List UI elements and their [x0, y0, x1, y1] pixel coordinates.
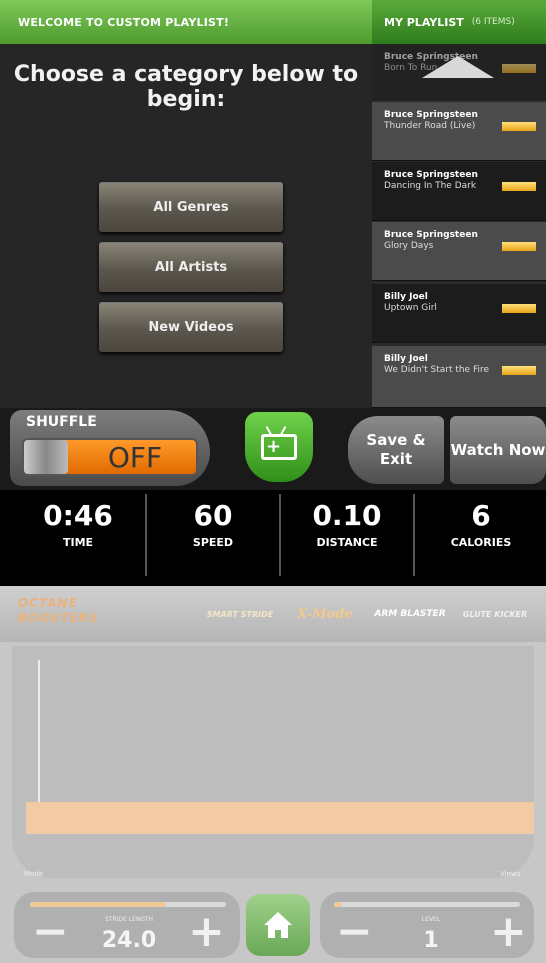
- tab-x-mode[interactable]: X-Mode: [285, 590, 365, 638]
- scroll-up-icon[interactable]: [422, 56, 494, 78]
- playlist-bar: [502, 64, 536, 73]
- playlist-header: MY PLAYLIST (6 ITEMS): [372, 0, 546, 44]
- playlist-item[interactable]: Bruce Springsteen Dancing In The Dark: [372, 162, 546, 221]
- stat-label: DISTANCE: [316, 536, 378, 549]
- chart-right-label: Views: [500, 870, 521, 878]
- category-button-all-artists[interactable]: All Artists: [99, 242, 283, 292]
- stride-increase-button[interactable]: +: [188, 910, 225, 954]
- booster-chart: [12, 646, 534, 878]
- playlist-list[interactable]: Bruce Springsteen Born To Run Bruce Spri…: [372, 44, 546, 408]
- playlist-bar: [502, 122, 536, 131]
- tv-add-icon: +: [261, 434, 297, 460]
- playlist-artist: Bruce Springsteen: [384, 110, 478, 120]
- playlist-bar: [502, 242, 536, 251]
- stat-label: TIME: [62, 536, 94, 549]
- add-video-button[interactable]: +: [245, 412, 313, 482]
- playlist-song: Thunder Road (Live): [384, 121, 476, 131]
- playlist-item[interactable]: Billy Joel We Didn't Start the Fire: [372, 346, 546, 408]
- category-button-new-videos[interactable]: New Videos: [99, 302, 283, 352]
- stat-label: SPEED: [192, 536, 234, 549]
- stride-value: 24.0: [101, 928, 157, 953]
- stat-calories: 6 CALORIES: [413, 499, 546, 550]
- playlist-artist: Billy Joel: [384, 354, 428, 364]
- tab-arm-blaster[interactable]: ARM BLASTER: [370, 590, 450, 638]
- playlist-song: We Didn't Start the Fire: [384, 365, 490, 375]
- home-button[interactable]: [246, 894, 310, 956]
- playlist-song: Dancing In The Dark: [384, 181, 477, 191]
- watch-now-button[interactable]: Watch Now: [450, 416, 546, 484]
- playlist-item[interactable]: Bruce Springsteen Glory Days: [372, 222, 546, 281]
- category-button-all-genres[interactable]: All Genres: [99, 182, 283, 232]
- stat-value: 6: [471, 499, 491, 532]
- home-icon: [264, 912, 292, 938]
- level-increase-button[interactable]: +: [490, 910, 527, 954]
- level-label: LEVEL: [421, 916, 441, 923]
- tab-smart-stride[interactable]: SMART STRIDE: [200, 590, 280, 638]
- booster-title: OCTANE BOOSTERS: [18, 596, 99, 625]
- playlist-artist: Billy Joel: [384, 292, 428, 302]
- playlist-bar: [502, 366, 536, 375]
- playlist-item[interactable]: Billy Joel Uptown Girl: [372, 284, 546, 343]
- welcome-header: WELCOME TO CUSTOM PLAYLIST!: [0, 0, 372, 44]
- shuffle-state: OFF: [107, 440, 163, 474]
- playlist-artist: Bruce Springsteen: [384, 170, 478, 180]
- stat-value: 60: [193, 499, 233, 532]
- playlist-artist: Bruce Springsteen: [384, 230, 478, 240]
- level-value: 1: [423, 928, 439, 953]
- toggle-knob[interactable]: [24, 440, 68, 474]
- playlist-bar: [502, 304, 536, 313]
- stat-speed: 60 SPEED: [145, 499, 281, 550]
- chart-left-label: Mode: [24, 870, 44, 878]
- stride-decrease-button[interactable]: −: [32, 910, 69, 954]
- stat-value: 0:46: [43, 499, 113, 532]
- playlist-title: MY PLAYLIST: [384, 15, 464, 29]
- stat-distance: 0.10 DISTANCE: [279, 499, 415, 550]
- booster-band: [26, 802, 534, 834]
- welcome-text: WELCOME TO CUSTOM PLAYLIST!: [18, 15, 230, 29]
- playlist-song: Uptown Girl: [384, 303, 437, 313]
- category-prompt: Choose a category below to begin:: [13, 62, 359, 112]
- tab-glute-kicker[interactable]: GLUTE KICKER: [452, 590, 538, 638]
- playlist-song: Glory Days: [384, 241, 434, 251]
- stat-value: 0.10: [312, 499, 382, 532]
- shuffle-label: SHUFFLE: [26, 414, 97, 430]
- playlist-item[interactable]: Bruce Springsteen Thunder Road (Live): [372, 102, 546, 161]
- stat-label: CALORIES: [450, 536, 512, 549]
- playlist-bar: [502, 182, 536, 191]
- level-decrease-button[interactable]: −: [336, 910, 373, 954]
- stride-label: STRIDE LENGTH: [105, 916, 153, 923]
- playlist-count: (6 ITEMS): [471, 17, 515, 27]
- save-exit-button[interactable]: Save & Exit: [348, 416, 444, 484]
- stat-time: 0:46 TIME: [10, 499, 146, 550]
